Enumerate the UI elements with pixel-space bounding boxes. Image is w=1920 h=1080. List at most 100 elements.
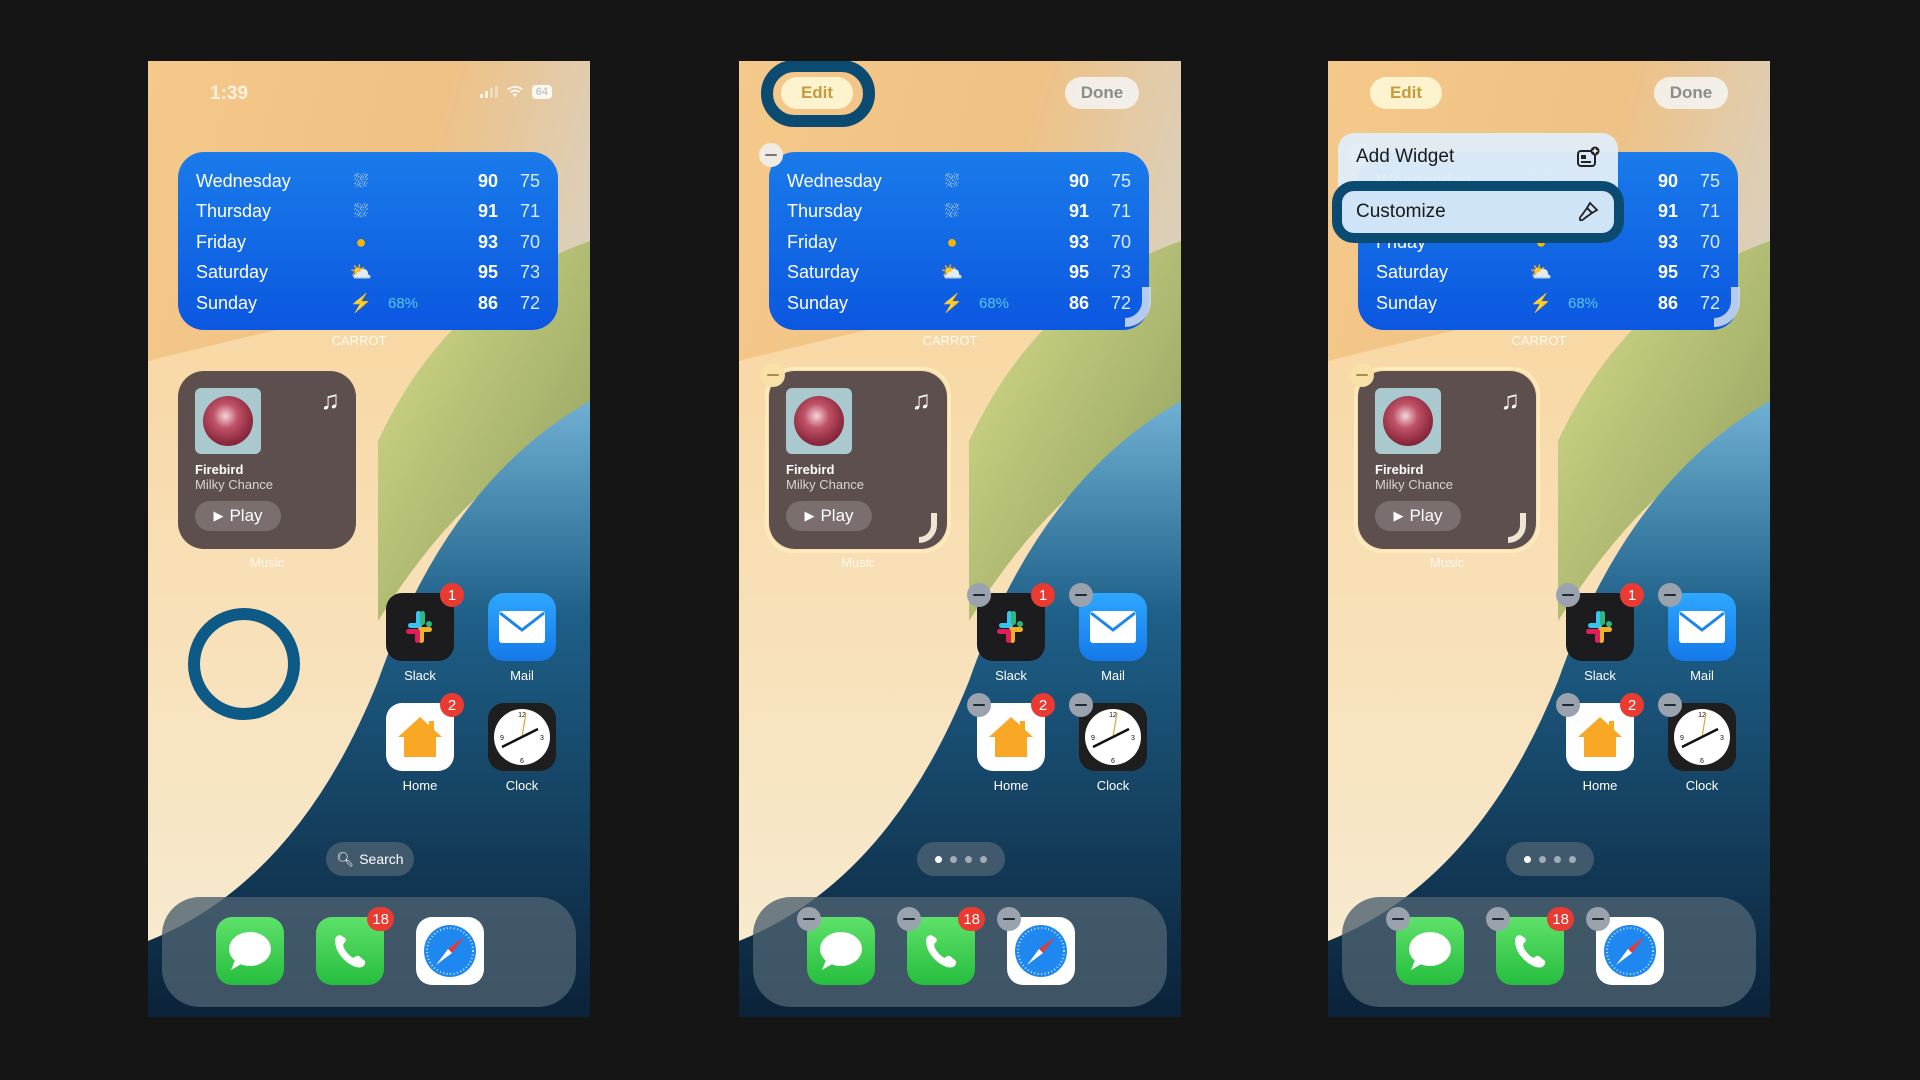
- app-home[interactable]: 2 Home: [1556, 693, 1644, 793]
- tap-highlight-ring: [761, 61, 875, 127]
- cloud-sun-icon: ⛅: [940, 262, 964, 283]
- app-clock[interactable]: 12 3 6 9 Clock: [488, 703, 556, 793]
- app-slack[interactable]: 1 Slack: [386, 583, 464, 683]
- page-dot[interactable]: [950, 855, 957, 863]
- svg-text:3: 3: [540, 735, 544, 742]
- menu-item-label: Customize: [1356, 201, 1446, 222]
- edit-button[interactable]: Edit: [1370, 77, 1442, 109]
- app-clock[interactable]: 12 3 6 9 Clock: [1658, 693, 1736, 793]
- remove-app-button[interactable]: [1658, 693, 1682, 717]
- remove-app-button[interactable]: [967, 583, 991, 607]
- forecast-high: 93: [1657, 231, 1678, 252]
- play-button[interactable]: ▶ Play: [1375, 501, 1461, 531]
- done-button[interactable]: Done: [1654, 77, 1728, 109]
- forecast-row: Wednesday ⛆ 90 75: [787, 166, 1131, 197]
- remove-widget-button[interactable]: [759, 143, 783, 167]
- play-button[interactable]: ▶ Play: [786, 501, 872, 531]
- svg-text:6: 6: [1700, 758, 1704, 765]
- slack-icon: 1: [967, 583, 1055, 661]
- forecast-high: 90: [1657, 170, 1678, 191]
- clock-icon: 12 3 6 9: [1658, 693, 1736, 771]
- forecast-high: 86: [1657, 292, 1678, 313]
- dock-app-messages[interactable]: [1386, 907, 1464, 985]
- lightning-icon: ⚡: [940, 292, 964, 313]
- app-mail[interactable]: Mail: [1069, 583, 1147, 683]
- dock-app-phone[interactable]: 18: [316, 907, 394, 985]
- cellular-signal-icon: [479, 86, 498, 98]
- app-home[interactable]: 2 Home: [386, 693, 464, 793]
- remove-app-button[interactable]: [1556, 693, 1580, 717]
- forecast-low: 75: [1699, 170, 1720, 191]
- app-slack[interactable]: 1 Slack: [1556, 583, 1644, 683]
- app-label: Mail: [1101, 668, 1125, 683]
- remove-app-button[interactable]: [797, 907, 821, 931]
- forecast-day: Thursday: [787, 201, 863, 222]
- dock-app-safari[interactable]: [997, 907, 1075, 985]
- svg-text:9: 9: [1680, 735, 1684, 742]
- menu-item-add-widget[interactable]: Add Widget: [1338, 133, 1618, 181]
- menu-item-customize[interactable]: Customize: [1332, 181, 1624, 243]
- app-label: Mail: [1690, 668, 1714, 683]
- dock-app-safari[interactable]: [1586, 907, 1664, 985]
- page-dot[interactable]: [1569, 855, 1576, 863]
- app-slack[interactable]: 1 Slack: [967, 583, 1055, 683]
- app-label: Clock: [1685, 778, 1719, 793]
- page-dot[interactable]: [965, 855, 972, 863]
- song-title: Firebird: [786, 462, 835, 477]
- forecast-high: 91: [1068, 201, 1089, 222]
- forecast-row: Saturday ⛅ 95 73: [1376, 258, 1720, 289]
- page-dot[interactable]: [1554, 855, 1561, 863]
- remove-app-button[interactable]: [1069, 583, 1093, 607]
- remove-widget-button[interactable]: [1350, 363, 1374, 387]
- weather-widget[interactable]: Wednesday ⛆ 90 75 Thursday ⛆ 91 71 Frida…: [178, 152, 558, 330]
- page-dot[interactable]: [980, 855, 987, 863]
- remove-app-button[interactable]: [897, 907, 921, 931]
- dock-app-messages[interactable]: [797, 907, 875, 985]
- remove-app-button[interactable]: [1658, 583, 1682, 607]
- app-home[interactable]: 2 Home: [967, 693, 1055, 793]
- done-button[interactable]: Done: [1065, 77, 1139, 109]
- remove-app-button[interactable]: [997, 907, 1021, 931]
- app-mail[interactable]: Mail: [488, 593, 556, 683]
- dock-app-safari[interactable]: [416, 917, 484, 985]
- app-clock[interactable]: 12 3 6 9 Clock: [1069, 693, 1147, 793]
- home-icon: 2: [386, 693, 464, 771]
- album-art: [195, 388, 261, 454]
- slack-icon: 1: [1556, 583, 1644, 661]
- dock-app-phone[interactable]: 18: [1486, 907, 1574, 985]
- remove-app-button[interactable]: [1386, 907, 1410, 931]
- page-dot[interactable]: [1524, 855, 1531, 863]
- page-indicator[interactable]: [917, 842, 1005, 876]
- lightning-icon: ⚡: [349, 292, 373, 313]
- forecast-low: 70: [1699, 231, 1720, 252]
- svg-text:6: 6: [520, 758, 524, 765]
- dock-app-phone[interactable]: 18: [897, 907, 985, 985]
- remove-app-button[interactable]: [1069, 693, 1093, 717]
- svg-text:9: 9: [1091, 735, 1095, 742]
- page-indicator[interactable]: [1506, 842, 1594, 876]
- forecast-row: Saturday ⛅ 95 73: [787, 258, 1131, 289]
- page-dot[interactable]: [935, 855, 942, 863]
- app-label: Home: [993, 778, 1029, 793]
- remove-app-button[interactable]: [1586, 907, 1610, 931]
- search-button[interactable]: 🔍︎ Search: [326, 842, 414, 876]
- forecast-day: Saturday: [787, 262, 860, 283]
- remove-app-button[interactable]: [967, 693, 991, 717]
- home-icon: 2: [967, 693, 1055, 771]
- dock-app-messages[interactable]: [216, 917, 284, 985]
- page-dot[interactable]: [1539, 855, 1546, 863]
- app-mail[interactable]: Mail: [1658, 583, 1736, 683]
- svg-text:3: 3: [1131, 735, 1135, 742]
- music-note-icon: ♫: [320, 385, 341, 415]
- music-widget[interactable]: ♫ Firebird Milky Chance ▶ Play: [178, 371, 356, 549]
- forecast-day: Sunday: [196, 292, 258, 313]
- play-button[interactable]: ▶ Play: [195, 501, 281, 531]
- remove-app-button[interactable]: [1486, 907, 1510, 931]
- remove-widget-button[interactable]: [761, 363, 785, 387]
- play-icon: ▶: [1393, 508, 1404, 523]
- weather-widget[interactable]: Wednesday ⛆ 90 75 Thursday ⛆ 91 71 Frida…: [769, 152, 1149, 330]
- app-label: Home: [402, 778, 438, 793]
- forecast-high: 95: [477, 262, 498, 283]
- remove-app-button[interactable]: [1556, 583, 1580, 607]
- sun-icon: ●: [946, 231, 958, 252]
